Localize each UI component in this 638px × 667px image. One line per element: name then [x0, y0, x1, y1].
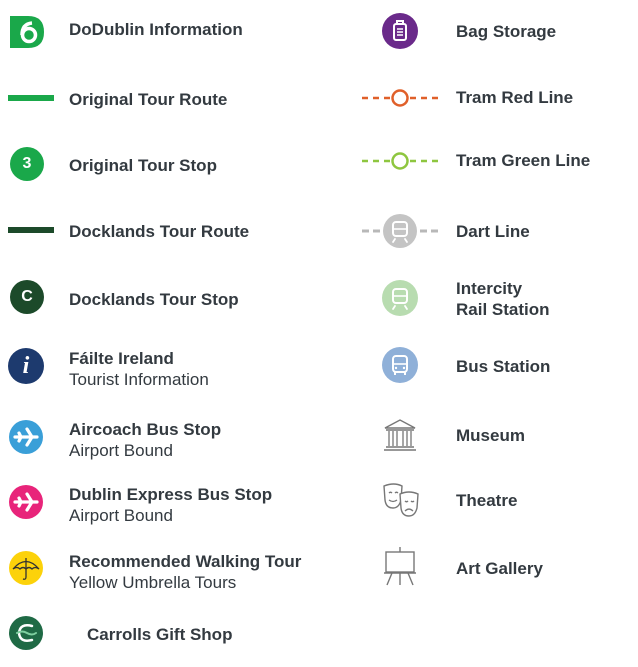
legend-label: Bag Storage [456, 22, 557, 41]
legend-sublabel: Yellow Umbrella Tours [69, 573, 237, 592]
bus-icon [382, 347, 418, 383]
legend-label: Docklands Tour Route [69, 222, 250, 241]
legend-label: Art Gallery [456, 559, 543, 578]
legend-label: Theatre [456, 491, 518, 510]
tram-red-line-icon [362, 89, 442, 107]
legend-label: Tram Green Line [456, 151, 591, 170]
info-icon: i [8, 348, 44, 384]
museum-icon [384, 419, 416, 451]
legend-sublabel: Airport Bound [69, 506, 173, 525]
legend-label: Aircoach Bus Stop [69, 420, 222, 439]
dart-train-icon [362, 214, 442, 248]
easel-icon [384, 547, 416, 586]
tram-green-line-icon [362, 152, 442, 170]
legend-label: Dublin Express Bus Stop [69, 485, 273, 504]
legend-label: Carrolls Gift Shop [87, 625, 233, 644]
stop-number-icon: 3 [10, 147, 44, 181]
green-line-icon [8, 95, 54, 101]
train-icon [382, 280, 418, 316]
map-legend: DoDublin Information Original Tour Route… [0, 0, 638, 667]
legend-label: Museum [456, 426, 525, 445]
legend-sublabel: Airport Bound [69, 441, 173, 460]
legend-label: DoDublin Information [69, 20, 243, 39]
carrolls-logo-icon [9, 616, 43, 650]
legend-label: Bus Station [456, 357, 551, 376]
legend-label: Recommended Walking Tour [69, 552, 302, 571]
airplane-icon [9, 420, 43, 454]
theatre-masks-icon [383, 483, 419, 517]
legend-label: Fáilte Ireland [69, 349, 174, 368]
legend-label: Original Tour Route [69, 90, 228, 109]
legend-sublabel: Tourist Information [69, 370, 209, 389]
stop-letter-icon: C [10, 280, 44, 314]
airplane-icon [9, 485, 43, 519]
legend-sublabel: Rail Station [456, 300, 550, 319]
legend-label: Intercity [456, 279, 523, 298]
dark-green-line-icon [8, 227, 54, 233]
umbrella-icon [9, 551, 43, 585]
legend-label: Docklands Tour Stop [69, 290, 239, 309]
legend-label: Tram Red Line [456, 88, 574, 107]
legend-label: Original Tour Stop [69, 156, 217, 175]
dodublin-logo-icon [10, 16, 44, 48]
suitcase-icon [382, 13, 418, 49]
legend-label: Dart Line [456, 222, 530, 241]
